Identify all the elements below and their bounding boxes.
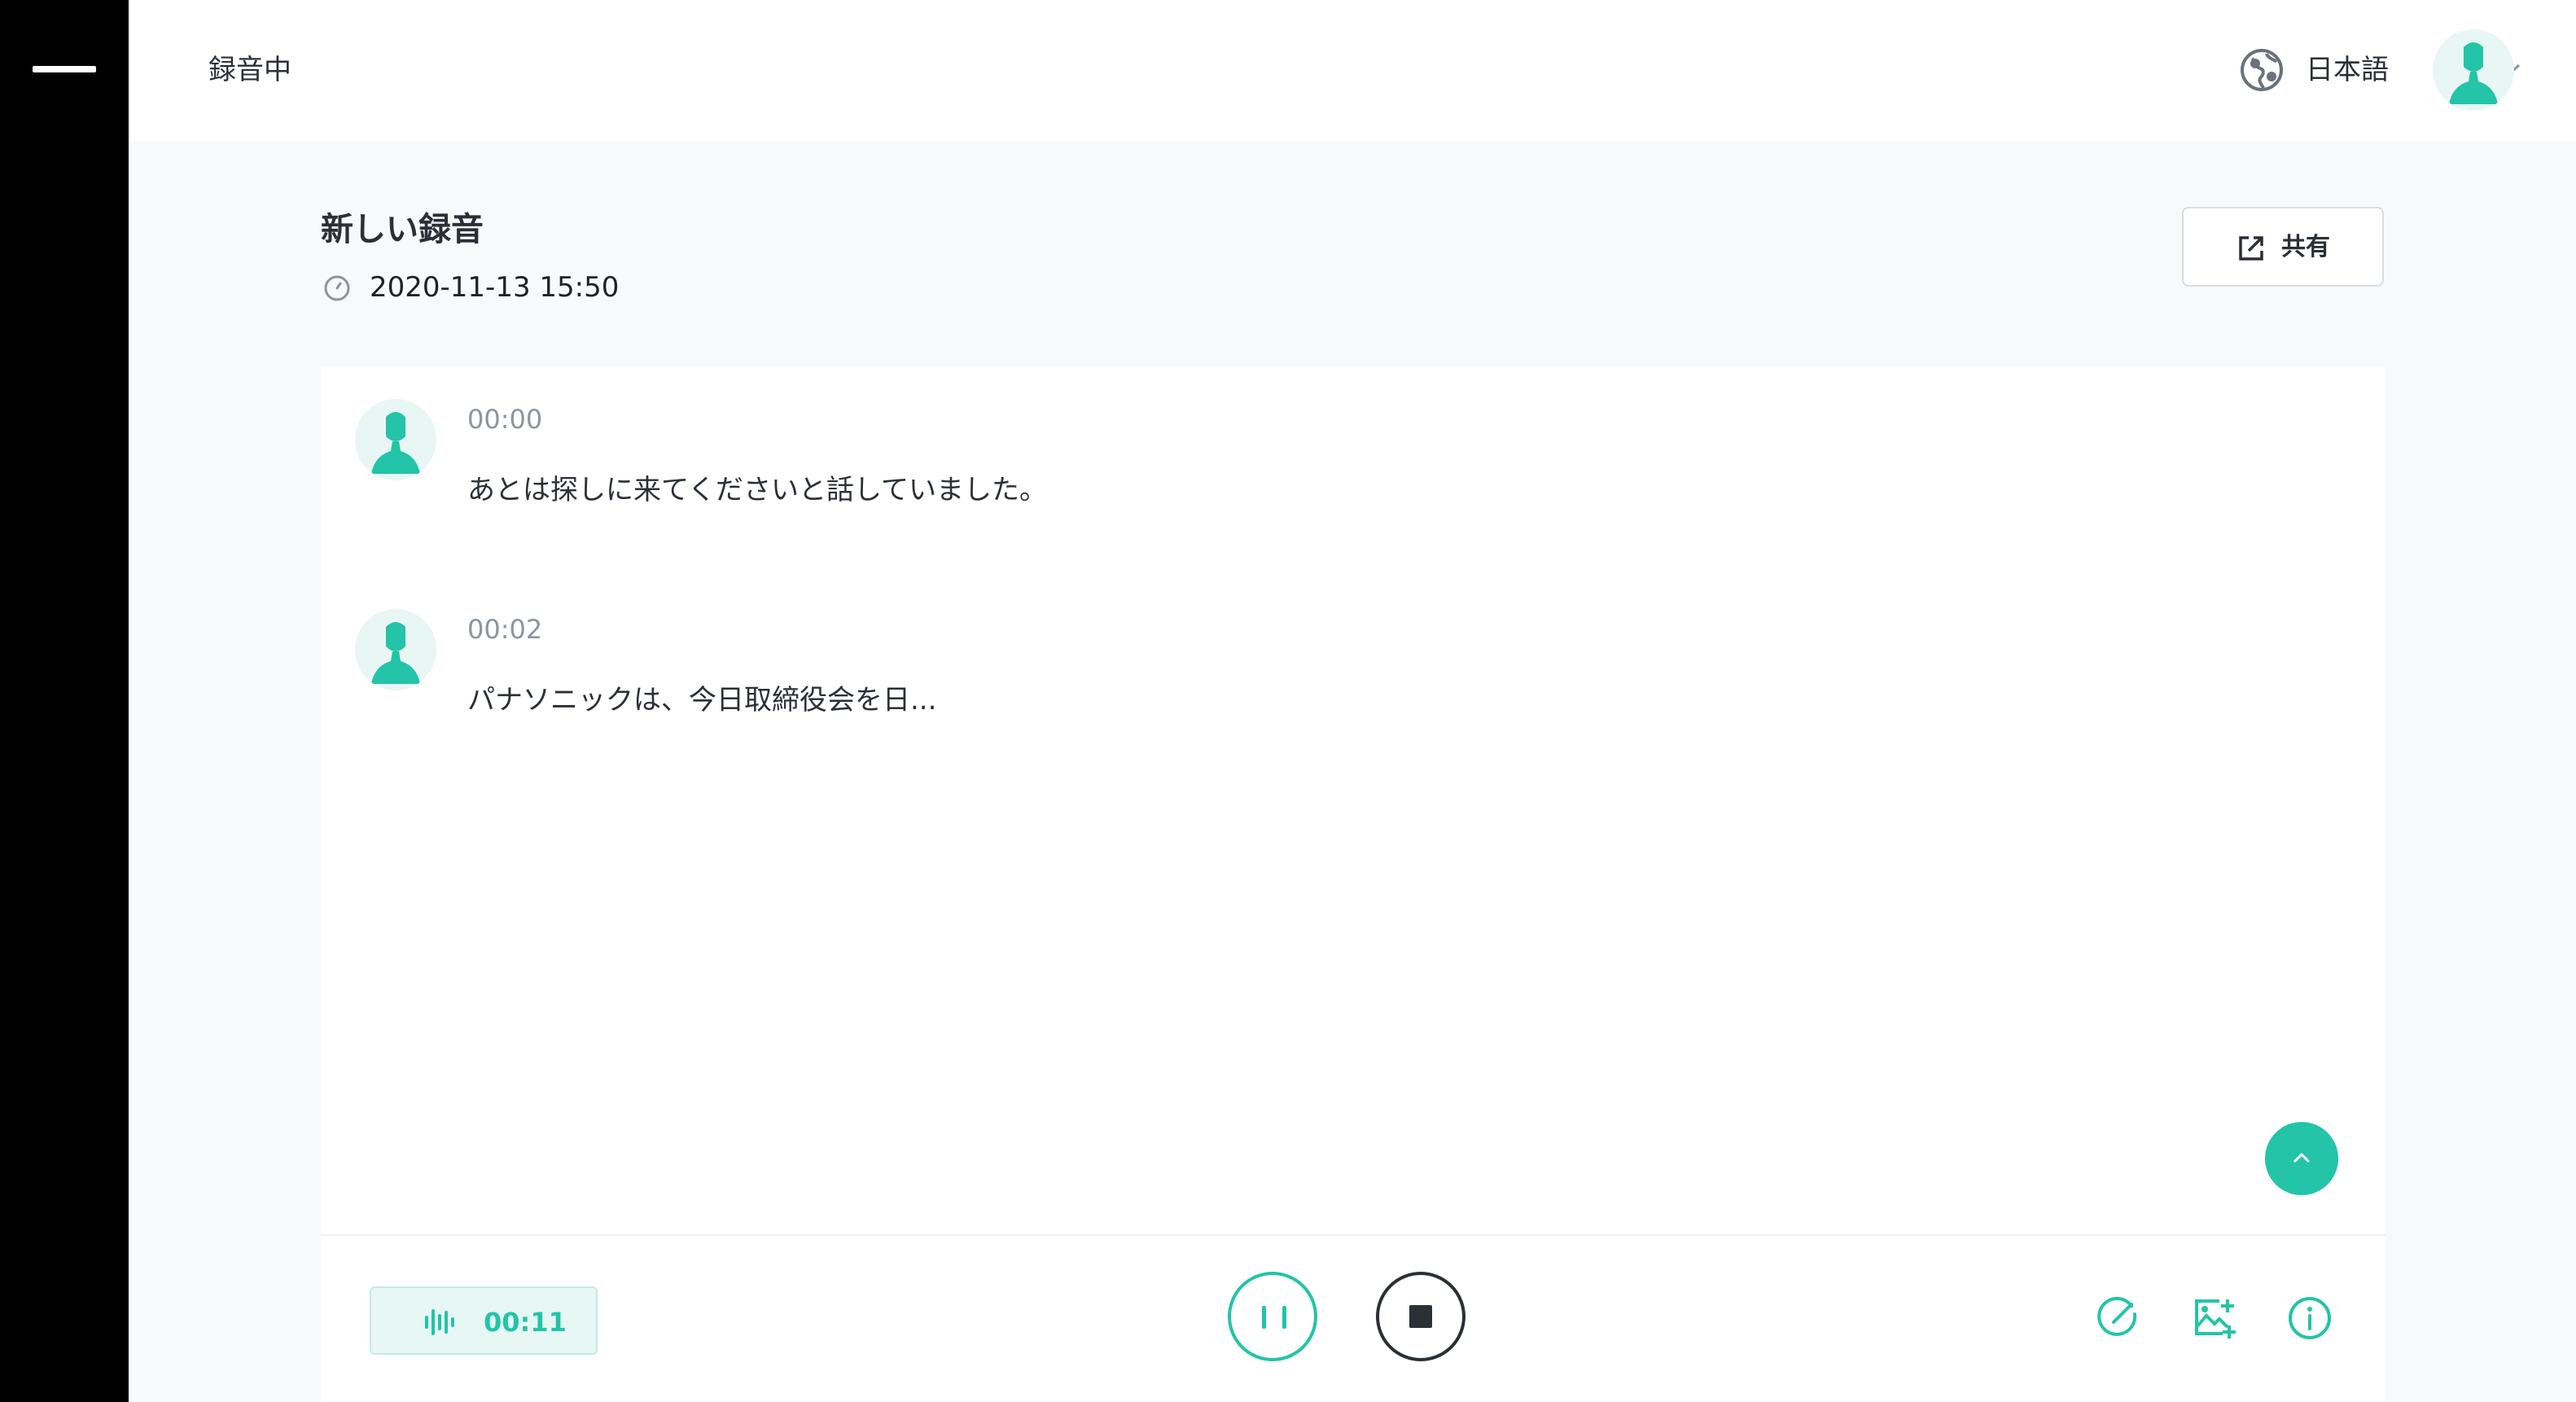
- transcript-entry: 00:02 パナソニックは、今日取締役会を日...: [355, 609, 2309, 772]
- elapsed-time: 00:11: [484, 1307, 567, 1338]
- add-image-icon[interactable]: [2190, 1295, 2237, 1342]
- share-icon: [2239, 236, 2263, 261]
- scroll-to-top-button[interactable]: [2265, 1122, 2338, 1195]
- stop-button[interactable]: [1376, 1272, 1465, 1361]
- top-bar: 録音中 日本語: [129, 0, 2576, 142]
- pause-icon: [1262, 1306, 1266, 1329]
- recording-title: 新しい録音: [321, 211, 484, 248]
- entry-text: あとは探しに来てくださいと話していました。: [467, 474, 1047, 506]
- menu-icon[interactable]: [33, 66, 96, 72]
- share-label: 共有: [2281, 233, 2330, 261]
- language-label: 日本語: [2306, 54, 2389, 86]
- app-root: 録音中 日本語 新しい録音 2020-11-13 15:50 共有 00:00 …: [0, 0, 2576, 1402]
- recording-date: 2020-11-13 15:50: [370, 271, 620, 304]
- entry-timestamp: 00:02: [467, 614, 543, 645]
- stop-icon: [1409, 1305, 1432, 1328]
- left-rail: [0, 0, 129, 1402]
- chevron-up-icon: [2293, 1152, 2311, 1163]
- user-avatar-icon[interactable]: [2433, 29, 2514, 111]
- entry-text: パナソニックは、今日取締役会を日...: [467, 684, 937, 716]
- transcript-entry: 00:00 あとは探しに来てくださいと話していました。: [355, 399, 2309, 562]
- transcript-panel: 00:00 あとは探しに来てくださいと話していました。 00:02 パナソニック…: [321, 366, 2385, 1402]
- share-button[interactable]: 共有: [2182, 207, 2384, 287]
- speaker-avatar-icon: [355, 399, 436, 480]
- clock-icon: [324, 275, 350, 301]
- entry-timestamp: 00:00: [467, 404, 543, 435]
- speaker-avatar-icon: [355, 609, 436, 690]
- pause-button[interactable]: [1228, 1272, 1317, 1361]
- divider: [321, 1234, 2385, 1236]
- recording-status: 録音中: [208, 54, 291, 86]
- audio-wave-icon: [425, 1309, 454, 1335]
- edit-check-icon[interactable]: [2094, 1295, 2141, 1342]
- globe-icon: [2241, 49, 2283, 91]
- info-icon[interactable]: [2286, 1295, 2333, 1342]
- elapsed-timer: 00:11: [370, 1286, 598, 1355]
- pause-icon: [1282, 1306, 1286, 1329]
